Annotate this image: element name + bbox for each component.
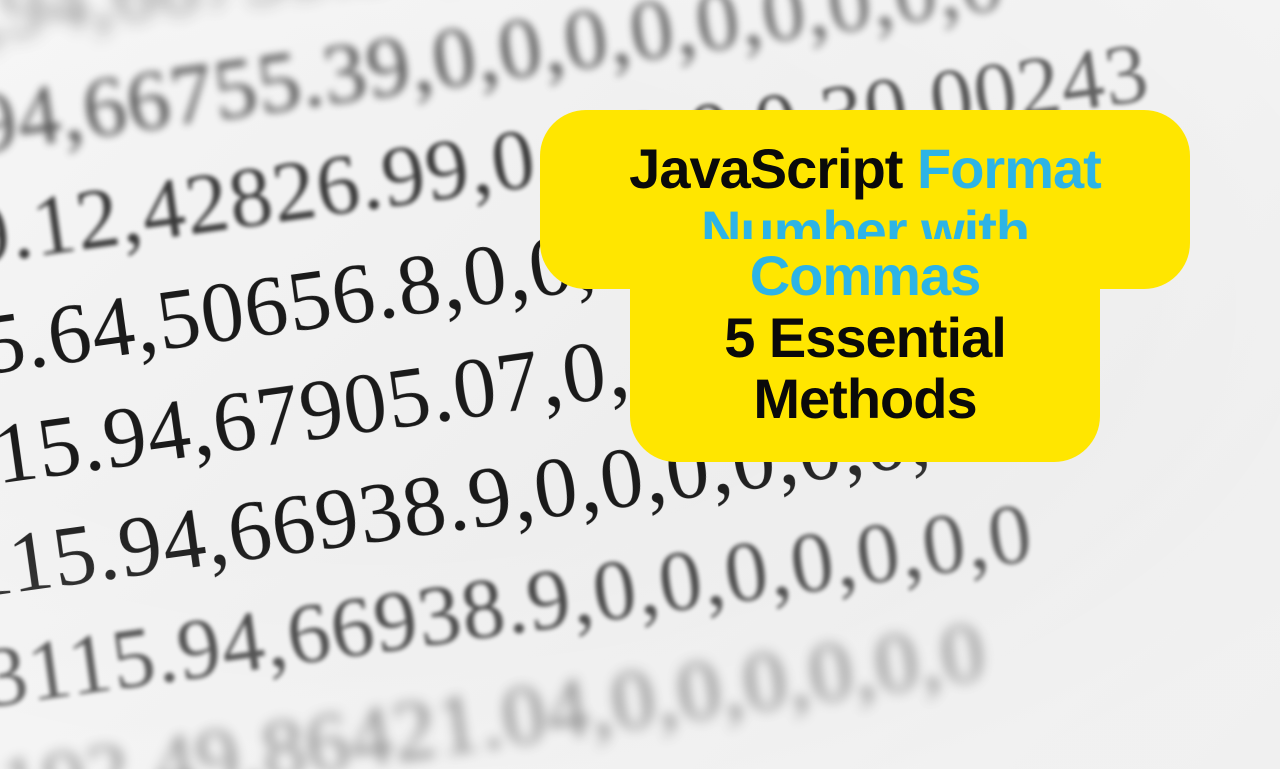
title-word-format: Format — [917, 137, 1101, 200]
title-word-javascript: JavaScript — [629, 137, 902, 200]
title-line-5: Methods — [668, 368, 1062, 430]
title-line-1: JavaScript Format — [582, 138, 1148, 200]
title-line-4: 5 Essential — [668, 307, 1062, 369]
badge-bottom: Commas 5 Essential Methods — [630, 239, 1100, 462]
title-badge: JavaScript Format Number with Commas 5 E… — [540, 110, 1190, 462]
title-line-3: Commas — [668, 245, 1062, 307]
